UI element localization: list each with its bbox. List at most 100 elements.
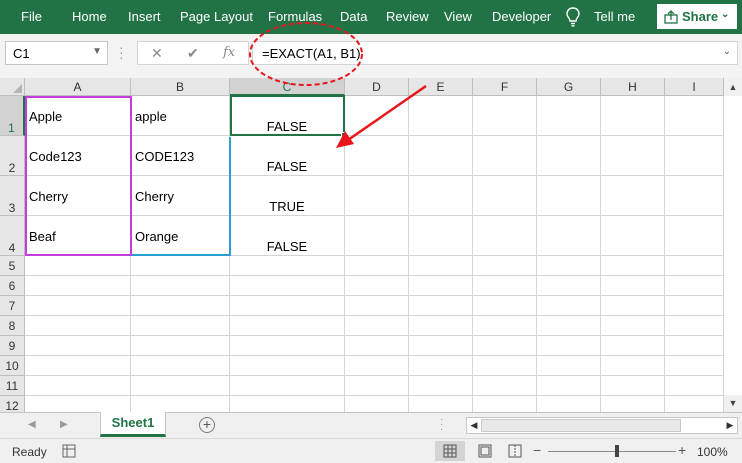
cell-f4[interactable]	[473, 216, 537, 256]
share-button[interactable]: Share ⌄	[657, 4, 737, 29]
zoom-out-button[interactable]: −	[533, 442, 541, 458]
select-all-corner[interactable]	[0, 78, 25, 96]
tab-view[interactable]: View	[444, 9, 472, 24]
cell-c11[interactable]	[230, 376, 345, 396]
cell-h7[interactable]	[601, 296, 665, 316]
cell-a3[interactable]: Cherry	[25, 176, 131, 216]
cell-g1[interactable]	[537, 96, 601, 136]
cell-g8[interactable]	[537, 316, 601, 336]
cell-g11[interactable]	[537, 376, 601, 396]
sheet-tab-sheet1[interactable]: Sheet1	[100, 412, 166, 437]
cell-i6[interactable]	[665, 276, 724, 296]
cell-a5[interactable]	[25, 256, 131, 276]
cell-b8[interactable]	[131, 316, 230, 336]
drag-handle-icon[interactable]: · · ·	[119, 40, 124, 64]
cell-h4[interactable]	[601, 216, 665, 256]
cell-b6[interactable]	[131, 276, 230, 296]
cell-g10[interactable]	[537, 356, 601, 376]
cell-i3[interactable]	[665, 176, 724, 216]
cell-d6[interactable]	[345, 276, 409, 296]
column-header-g[interactable]: G	[537, 78, 601, 96]
cell-f5[interactable]	[473, 256, 537, 276]
enter-icon[interactable]: ✔	[187, 45, 199, 62]
page-layout-view-button[interactable]	[470, 441, 500, 461]
cell-e1[interactable]	[409, 96, 473, 136]
scroll-tabs-left-icon[interactable]: ◀	[28, 419, 36, 430]
cell-b7[interactable]	[131, 296, 230, 316]
row-header-3[interactable]: 3	[0, 176, 25, 216]
cell-h1[interactable]	[601, 96, 665, 136]
cell-a6[interactable]	[25, 276, 131, 296]
column-header-h[interactable]: H	[601, 78, 665, 96]
cell-c2[interactable]: FALSE	[230, 136, 345, 176]
cell-h6[interactable]	[601, 276, 665, 296]
cell-e8[interactable]	[409, 316, 473, 336]
cell-i8[interactable]	[665, 316, 724, 336]
cell-g7[interactable]	[537, 296, 601, 316]
cell-e3[interactable]	[409, 176, 473, 216]
cell-g5[interactable]	[537, 256, 601, 276]
cell-c4[interactable]: FALSE	[230, 216, 345, 256]
cell-i11[interactable]	[665, 376, 724, 396]
name-box[interactable]: C1 ▼	[5, 41, 108, 65]
zoom-slider[interactable]	[548, 451, 676, 452]
cell-g9[interactable]	[537, 336, 601, 356]
cell-d3[interactable]	[345, 176, 409, 216]
column-header-d[interactable]: D	[345, 78, 409, 96]
insert-function-icon[interactable]: fx	[223, 45, 235, 60]
cell-d5[interactable]	[345, 256, 409, 276]
cell-b12[interactable]	[131, 396, 230, 412]
cell-i7[interactable]	[665, 296, 724, 316]
scrollbar-thumb[interactable]	[481, 419, 681, 432]
cell-e6[interactable]	[409, 276, 473, 296]
cell-h9[interactable]	[601, 336, 665, 356]
cell-i4[interactable]	[665, 216, 724, 256]
cell-d10[interactable]	[345, 356, 409, 376]
cell-a9[interactable]	[25, 336, 131, 356]
add-sheet-icon[interactable]: +	[199, 417, 215, 433]
row-header-8[interactable]: 8	[0, 316, 25, 336]
row-header-6[interactable]: 6	[0, 276, 25, 296]
cell-b11[interactable]	[131, 376, 230, 396]
cell-f7[interactable]	[473, 296, 537, 316]
tab-home[interactable]: Home	[72, 9, 107, 24]
column-header-e[interactable]: E	[409, 78, 473, 96]
row-header-2[interactable]: 2	[0, 136, 25, 176]
cell-d1[interactable]	[345, 96, 409, 136]
cell-h8[interactable]	[601, 316, 665, 336]
cell-e5[interactable]	[409, 256, 473, 276]
tab-developer[interactable]: Developer	[492, 9, 551, 24]
cell-f1[interactable]	[473, 96, 537, 136]
row-header-4[interactable]: 4	[0, 216, 25, 256]
tab-insert[interactable]: Insert	[128, 9, 161, 24]
scroll-down-icon[interactable]: ▼	[724, 395, 742, 412]
row-header-7[interactable]: 7	[0, 296, 25, 316]
formula-input[interactable]: =EXACT(A1, B1) ⌄	[252, 41, 738, 65]
cell-f6[interactable]	[473, 276, 537, 296]
cell-a11[interactable]	[25, 376, 131, 396]
cell-a4[interactable]: Beaf	[25, 216, 131, 256]
column-header-b[interactable]: B	[131, 78, 230, 96]
cell-h11[interactable]	[601, 376, 665, 396]
cell-b1[interactable]: apple	[131, 96, 230, 136]
cell-h10[interactable]	[601, 356, 665, 376]
cell-d2[interactable]	[345, 136, 409, 176]
scroll-up-icon[interactable]: ▲	[724, 78, 742, 96]
cell-d8[interactable]	[345, 316, 409, 336]
horizontal-scrollbar[interactable]: ◀ ▶	[466, 417, 738, 434]
cell-e2[interactable]	[409, 136, 473, 176]
cell-c12[interactable]	[230, 396, 345, 412]
fill-handle[interactable]	[341, 132, 347, 138]
cell-h12[interactable]	[601, 396, 665, 412]
cell-c6[interactable]	[230, 276, 345, 296]
cell-c5[interactable]	[230, 256, 345, 276]
cell-g12[interactable]	[537, 396, 601, 412]
zoom-in-button[interactable]: +	[678, 442, 686, 458]
cell-i5[interactable]	[665, 256, 724, 276]
cell-c3[interactable]: TRUE	[230, 176, 345, 216]
cell-i9[interactable]	[665, 336, 724, 356]
tab-file[interactable]: File	[21, 9, 42, 24]
cell-c7[interactable]	[230, 296, 345, 316]
cell-e11[interactable]	[409, 376, 473, 396]
cell-d7[interactable]	[345, 296, 409, 316]
